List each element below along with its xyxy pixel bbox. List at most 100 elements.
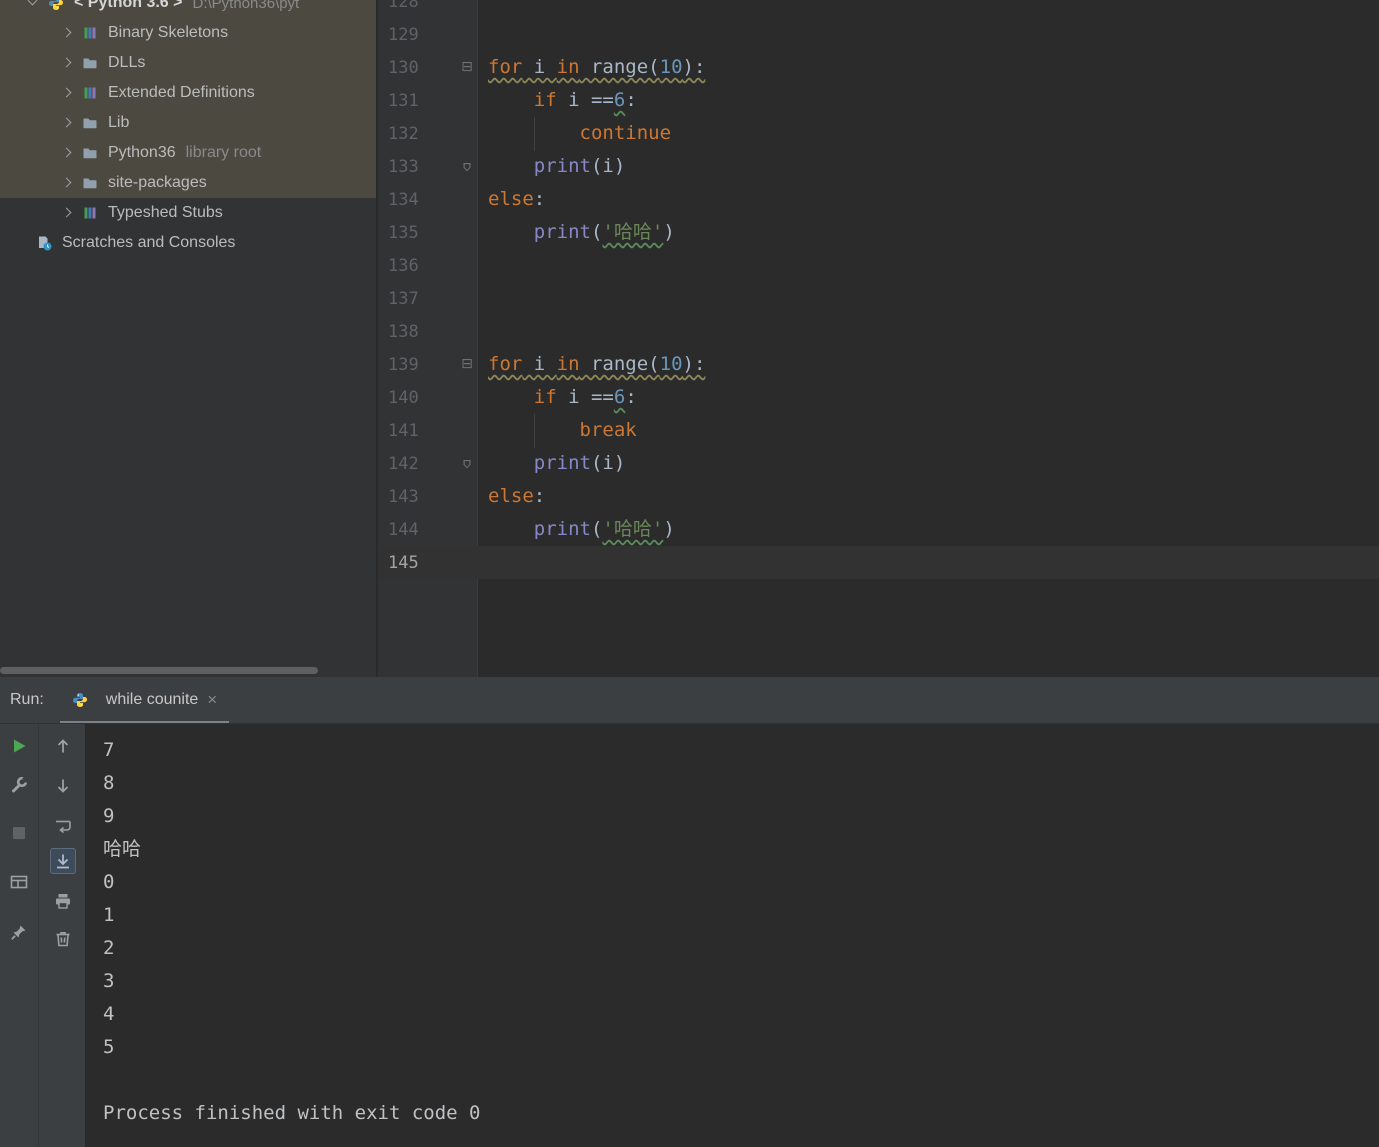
trash-button[interactable]	[50, 926, 76, 952]
library-icon	[82, 85, 100, 101]
fold-expanded-icon[interactable]: ⊟	[458, 348, 476, 381]
fold-end-icon[interactable]: ⌂	[458, 150, 476, 183]
tree-item-dlls[interactable]: DLLs	[0, 48, 376, 78]
code-line-129[interactable]: 129	[378, 18, 1379, 51]
line-number: 143	[388, 487, 419, 507]
chevron-right-icon[interactable]	[60, 86, 74, 100]
console-line: 3	[103, 970, 115, 992]
layout-button[interactable]	[6, 869, 32, 895]
chevron-right-icon[interactable]	[60, 26, 74, 40]
code-line-140[interactable]: 140 if i ==6:	[378, 381, 1379, 414]
soft-wrap-button[interactable]	[50, 813, 76, 839]
tree-item-scratches-and-consoles[interactable]: Scratches and Consoles	[0, 228, 376, 258]
gutter-line-139[interactable]: 139 ⊟	[378, 348, 478, 381]
tree-item-binary-skeletons[interactable]: Binary Skeletons	[0, 18, 376, 48]
code-line-131[interactable]: 131 if i ==6:	[378, 84, 1379, 117]
scroll-end-button[interactable]	[49, 848, 76, 874]
console-line: 4	[103, 1003, 115, 1025]
code-line-133[interactable]: 133 ⌂ print(i)	[378, 150, 1379, 183]
console-line: Process finished with exit code 0	[103, 1102, 481, 1124]
python-icon	[48, 0, 66, 11]
tree-item-extended-definitions[interactable]: Extended Definitions	[0, 78, 376, 108]
fold-end-icon[interactable]: ⌂	[458, 447, 476, 480]
line-number: 136	[388, 256, 419, 276]
chevron-right-icon[interactable]	[60, 146, 74, 160]
chevron-down-icon[interactable]	[26, 0, 40, 10]
console-line: 5	[103, 1036, 115, 1058]
code-line-143[interactable]: 143 else:	[378, 480, 1379, 513]
indent-guide	[534, 117, 535, 151]
gutter-line-144[interactable]: 144	[378, 513, 478, 546]
line-number: 140	[388, 388, 419, 408]
gutter-line-137[interactable]: 137	[378, 282, 478, 315]
gutter-line-130[interactable]: 130 ⊟	[378, 51, 478, 84]
code-line-130[interactable]: 130 ⊟ for i in range(10):	[378, 51, 1379, 84]
gutter-line-131[interactable]: 131	[378, 84, 478, 117]
code-line-138[interactable]: 138	[378, 315, 1379, 348]
wrench-button[interactable]	[6, 772, 32, 798]
code-text: print(i)	[533, 155, 626, 177]
print-button[interactable]	[50, 888, 76, 914]
tree-item-label: Typeshed Stubs	[108, 204, 223, 221]
code-line-142[interactable]: 142 ⌂ print(i)	[378, 447, 1379, 480]
code-line-137[interactable]: 137	[378, 282, 1379, 315]
run-toolbar-left	[0, 724, 39, 1147]
code-line-136[interactable]: 136	[378, 249, 1379, 282]
code-line-141[interactable]: 141 break	[378, 414, 1379, 447]
code-line-132[interactable]: 132 continue	[378, 117, 1379, 150]
scroll-end-icon	[53, 851, 73, 871]
rerun-button[interactable]	[6, 733, 32, 759]
editor-pane[interactable]: 128 129 130 ⊟ for i in range(10): 131 if i ==…	[378, 0, 1379, 677]
tree-item-typeshed-stubs[interactable]: Typeshed Stubs	[0, 198, 376, 228]
gutter-line-140[interactable]: 140	[378, 381, 478, 414]
tree-item-site-packages[interactable]: site-packages	[0, 168, 376, 198]
gutter-line-135[interactable]: 135	[378, 216, 478, 249]
chevron-right-icon[interactable]	[60, 206, 74, 220]
project-horizontal-scrollbar[interactable]	[0, 667, 318, 674]
tree-item-label: Lib	[108, 114, 130, 131]
chevron-right-icon[interactable]	[60, 56, 74, 70]
line-number: 139	[388, 355, 419, 375]
up-arrow-button[interactable]	[50, 733, 76, 759]
code-line-144[interactable]: 144 print('哈哈')	[378, 513, 1379, 546]
code-text	[478, 249, 488, 282]
tree-root-python-3-6[interactable]: < Python 3.6 > D:\Python36\pyt	[0, 0, 376, 18]
code-text: if i ==6:	[533, 89, 637, 111]
gutter-line-132[interactable]: 132	[378, 117, 478, 150]
code-text	[478, 282, 488, 315]
gutter-line-142[interactable]: 142 ⌂	[378, 447, 478, 480]
code-line-145[interactable]: 145	[378, 546, 1379, 579]
gutter-line-138[interactable]: 138	[378, 315, 478, 348]
gutter-line-133[interactable]: 133 ⌂	[378, 150, 478, 183]
gutter-line-145[interactable]: 145	[378, 546, 478, 579]
run-console[interactable]: 7 8 9 哈哈 0 1 2 3 4 5 Process finished with exit co…	[85, 724, 1379, 1147]
tree-item-label: Binary Skeletons	[108, 24, 229, 41]
down-arrow-button[interactable]	[50, 773, 76, 799]
line-number: 142	[388, 454, 419, 474]
project-panel: < Python 3.6 > D:\Python36\pyt Binary Sk…	[0, 0, 377, 677]
stop-icon	[9, 823, 29, 843]
code-line-135[interactable]: 135 print('哈哈')	[378, 216, 1379, 249]
line-number: 128	[388, 0, 419, 12]
code-line-128[interactable]: 128	[378, 0, 1379, 18]
code-line-134[interactable]: 134 else:	[378, 183, 1379, 216]
fold-expanded-icon[interactable]: ⊟	[458, 51, 476, 84]
gutter-line-128[interactable]: 128	[378, 0, 478, 18]
run-tab-while-counite[interactable]: while counite ×	[59, 677, 230, 723]
close-icon[interactable]: ×	[207, 690, 217, 710]
gutter-line-143[interactable]: 143	[378, 480, 478, 513]
stop-button[interactable]	[6, 820, 32, 846]
line-number: 132	[388, 124, 419, 144]
gutter-line-134[interactable]: 134	[378, 183, 478, 216]
gutter-line-129[interactable]: 129	[378, 18, 478, 51]
pin-button[interactable]	[6, 919, 32, 945]
folder-icon	[82, 115, 100, 131]
gutter-line-136[interactable]: 136	[378, 249, 478, 282]
tree-item-python36[interactable]: Python36 library root	[0, 138, 376, 168]
gutter-line-141[interactable]: 141	[378, 414, 478, 447]
chevron-right-icon[interactable]	[60, 176, 74, 190]
tree-item-lib[interactable]: Lib	[0, 108, 376, 138]
code-line-139[interactable]: 139 ⊟ for i in range(10):	[378, 348, 1379, 381]
chevron-right-icon[interactable]	[60, 116, 74, 130]
